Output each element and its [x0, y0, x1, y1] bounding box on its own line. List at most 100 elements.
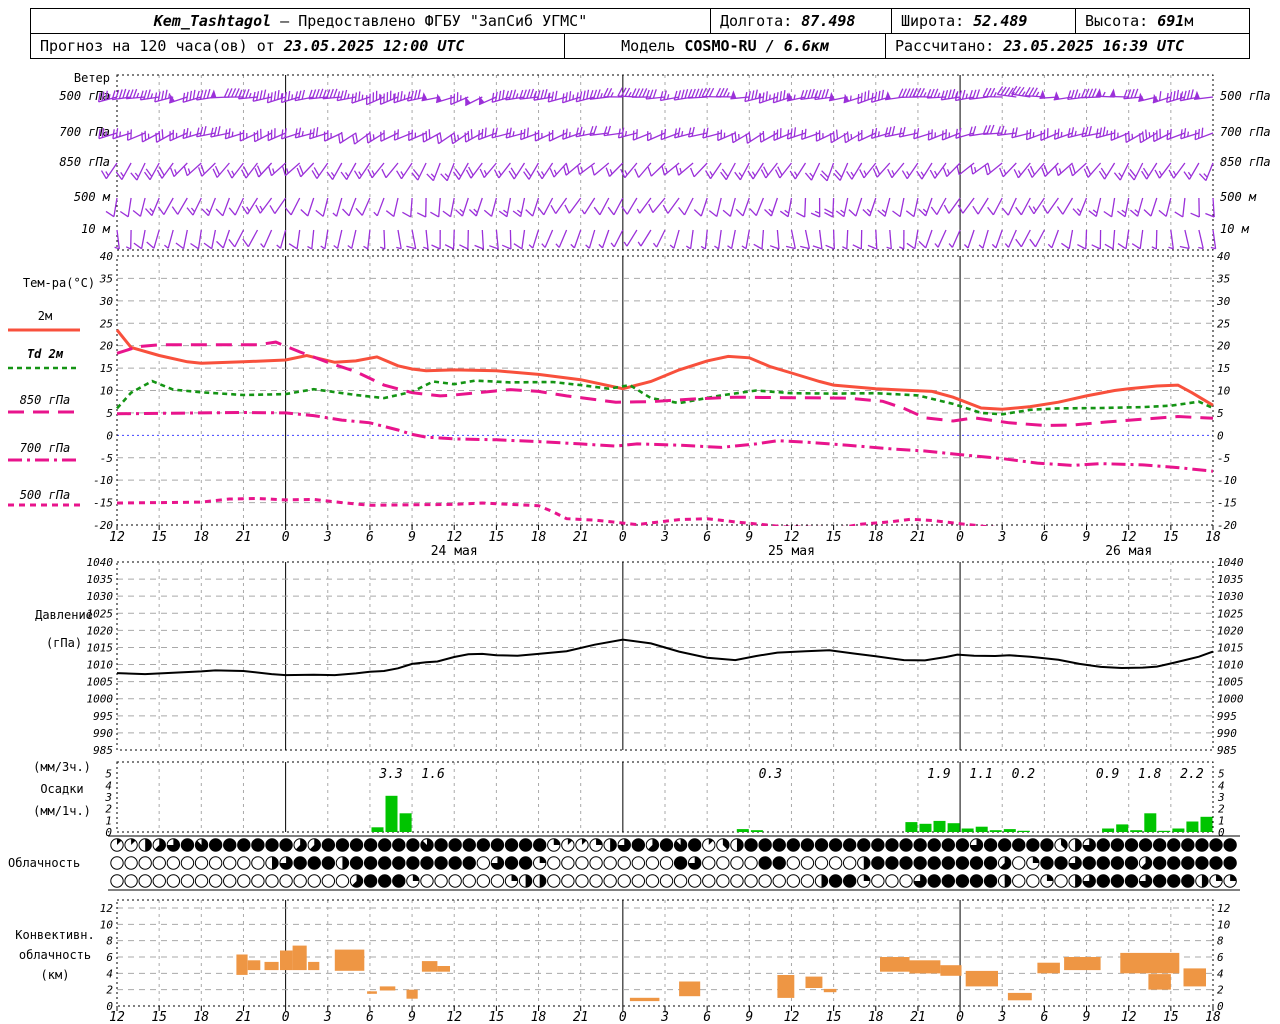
svg-text:26 мая: 26 мая	[1105, 544, 1152, 559]
svg-text:3: 3	[323, 530, 332, 545]
svg-text:3.3: 3.3	[378, 767, 402, 782]
svg-text:0.9: 0.9	[1096, 767, 1119, 782]
svg-text:15: 15	[1163, 1010, 1179, 1024]
svg-text:21: 21	[910, 530, 926, 545]
svg-text:12: 12	[446, 1010, 462, 1024]
svg-text:4: 4	[1217, 967, 1224, 980]
svg-text:5: 5	[1217, 407, 1224, 420]
svg-text:25: 25	[100, 317, 113, 330]
svg-text:1: 1	[1218, 814, 1225, 827]
svg-text:0: 0	[282, 1010, 290, 1024]
svg-text:8: 8	[106, 935, 113, 948]
svg-text:3: 3	[323, 1010, 332, 1024]
svg-text:0: 0	[106, 1000, 113, 1013]
svg-text:10: 10	[100, 918, 114, 931]
svg-text:0: 0	[105, 826, 112, 839]
svg-text:0: 0	[1217, 1000, 1224, 1013]
svg-text:1030: 1030	[1217, 590, 1244, 603]
svg-text:2: 2	[106, 984, 113, 997]
svg-text:15: 15	[100, 362, 113, 375]
svg-text:1.1: 1.1	[969, 767, 992, 782]
svg-text:18: 18	[868, 530, 884, 545]
svg-text:12: 12	[100, 902, 114, 915]
svg-text:24 мая: 24 мая	[431, 544, 478, 559]
svg-text:35: 35	[1216, 272, 1230, 285]
svg-text:-10: -10	[93, 474, 113, 487]
svg-text:8: 8	[1217, 935, 1224, 948]
cloudiness-rows	[110, 838, 1237, 888]
svg-text:10: 10	[100, 385, 114, 398]
svg-text:995: 995	[93, 710, 113, 723]
svg-text:1025: 1025	[87, 607, 114, 620]
svg-text:0: 0	[619, 530, 627, 545]
svg-text:0: 0	[956, 1010, 964, 1024]
svg-text:1040: 1040	[87, 556, 114, 569]
svg-text:21: 21	[573, 1010, 589, 1024]
svg-text:0: 0	[1218, 826, 1225, 839]
svg-text:0: 0	[1217, 429, 1224, 442]
svg-text:-15: -15	[93, 497, 113, 510]
svg-text:18: 18	[868, 1010, 884, 1024]
svg-text:6: 6	[1040, 1010, 1048, 1024]
svg-text:1020: 1020	[1217, 624, 1244, 637]
svg-text:3: 3	[104, 791, 112, 804]
svg-text:1.8: 1.8	[1138, 767, 1162, 782]
svg-text:1010: 1010	[87, 659, 114, 672]
wind-barbs	[97, 85, 1217, 250]
svg-text:9: 9	[745, 1010, 753, 1024]
svg-text:985: 985	[93, 744, 113, 757]
svg-text:0.3: 0.3	[759, 767, 782, 782]
svg-text:6: 6	[366, 1010, 374, 1024]
svg-text:21: 21	[573, 530, 589, 545]
svg-text:1015: 1015	[87, 641, 114, 654]
svg-text:35: 35	[99, 272, 113, 285]
svg-text:3: 3	[997, 1010, 1006, 1024]
svg-text:990: 990	[93, 727, 113, 740]
svg-text:4: 4	[106, 967, 113, 980]
svg-text:3: 3	[660, 530, 669, 545]
svg-text:9: 9	[408, 1010, 416, 1024]
svg-text:3: 3	[997, 530, 1006, 545]
svg-text:25 мая: 25 мая	[768, 544, 815, 559]
svg-text:3: 3	[1217, 791, 1225, 804]
svg-text:0: 0	[282, 530, 290, 545]
svg-text:10: 10	[1217, 918, 1231, 931]
svg-text:18: 18	[531, 1010, 547, 1024]
svg-text:-10: -10	[1217, 474, 1237, 487]
svg-text:15: 15	[826, 530, 842, 545]
svg-text:15: 15	[826, 1010, 842, 1024]
svg-text:2: 2	[1217, 984, 1224, 997]
svg-text:-20: -20	[1217, 519, 1237, 532]
meteogram-canvas: 1212151518182121003366991212151518182121…	[8, 74, 1244, 1024]
svg-text:1.9: 1.9	[927, 767, 950, 782]
svg-text:15: 15	[1217, 362, 1230, 375]
svg-text:12: 12	[446, 530, 462, 545]
svg-text:1035: 1035	[87, 573, 114, 586]
svg-text:9: 9	[408, 530, 416, 545]
svg-text:2: 2	[105, 803, 112, 816]
svg-text:12: 12	[1121, 530, 1137, 545]
svg-text:18: 18	[193, 1010, 209, 1024]
svg-text:12: 12	[784, 530, 800, 545]
svg-text:6: 6	[106, 951, 113, 964]
svg-text:0: 0	[619, 1010, 627, 1024]
svg-text:1020: 1020	[87, 624, 114, 637]
svg-text:1: 1	[105, 814, 112, 827]
svg-text:6: 6	[1217, 951, 1224, 964]
svg-text:21: 21	[236, 1010, 252, 1024]
svg-text:0: 0	[956, 530, 964, 545]
svg-text:995: 995	[1217, 710, 1237, 723]
svg-text:6: 6	[703, 530, 711, 545]
svg-text:15: 15	[151, 1010, 167, 1024]
svg-text:-5: -5	[1217, 452, 1230, 465]
svg-text:9: 9	[1083, 1010, 1091, 1024]
svg-text:18: 18	[531, 530, 547, 545]
svg-text:12: 12	[1217, 902, 1231, 915]
svg-text:9: 9	[745, 530, 753, 545]
svg-text:0.2: 0.2	[1012, 767, 1036, 782]
svg-text:2.2: 2.2	[1180, 767, 1204, 782]
svg-text:-20: -20	[93, 519, 113, 532]
svg-text:1000: 1000	[1217, 693, 1244, 706]
svg-text:5: 5	[105, 768, 112, 781]
svg-text:1030: 1030	[87, 590, 114, 603]
